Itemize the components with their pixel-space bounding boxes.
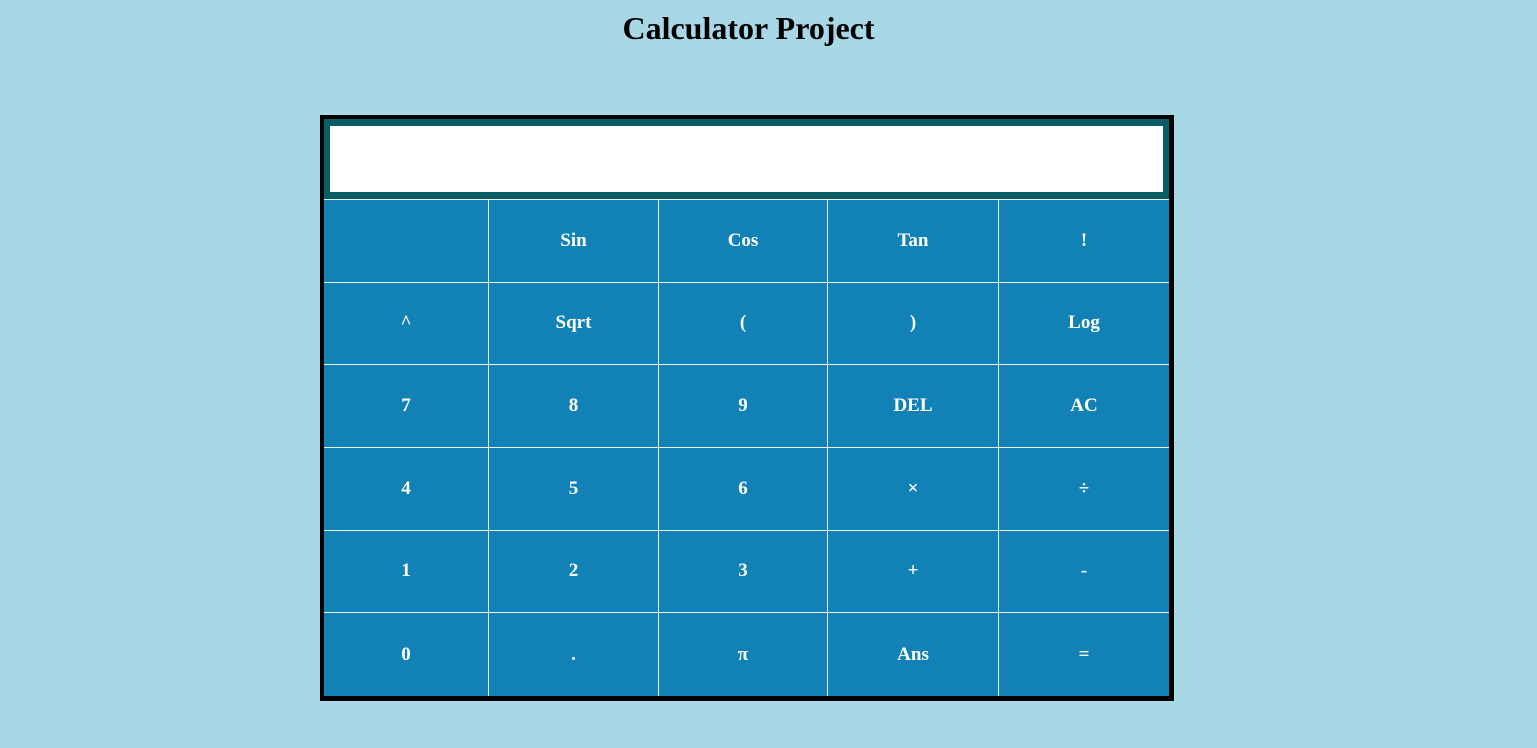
multiply-button[interactable]: × — [828, 447, 999, 531]
open-paren-button[interactable]: ( — [659, 282, 828, 366]
digit-5-button[interactable]: 5 — [489, 447, 659, 531]
display-input[interactable] — [330, 126, 1163, 192]
divide-button[interactable]: ÷ — [999, 448, 1169, 531]
factorial-button[interactable]: ! — [999, 200, 1169, 283]
subtract-button[interactable]: - — [999, 531, 1169, 614]
all-clear-button[interactable]: AC — [999, 365, 1169, 448]
digit-8-button[interactable]: 8 — [489, 365, 659, 448]
delete-button[interactable]: DEL — [828, 365, 999, 448]
sqrt-button[interactable]: Sqrt — [489, 282, 659, 366]
decimal-button[interactable]: . — [489, 613, 659, 696]
digit-6-button[interactable]: 6 — [659, 447, 828, 531]
power-button[interactable]: ^ — [324, 282, 489, 366]
close-paren-button[interactable]: ) — [828, 282, 999, 366]
equals-button[interactable]: = — [999, 613, 1169, 696]
sin-button[interactable]: Sin — [489, 200, 659, 283]
digit-1-button[interactable]: 1 — [324, 530, 489, 614]
add-button[interactable]: + — [828, 530, 999, 614]
answer-button[interactable]: Ans — [828, 613, 999, 696]
digit-3-button[interactable]: 3 — [659, 530, 828, 614]
digit-0-button[interactable]: 0 — [324, 613, 489, 696]
digit-9-button[interactable]: 9 — [659, 365, 828, 448]
cos-button[interactable]: Cos — [659, 200, 828, 283]
digit-2-button[interactable]: 2 — [489, 530, 659, 614]
tan-button[interactable]: Tan — [828, 200, 999, 283]
keypad: Sin Cos Tan! ^ Sqrt() Log 7 8 9 DEL AC 4 5 6 × ÷ 1 2 3 + - 0.… — [324, 199, 1169, 696]
digit-4-button[interactable]: 4 — [324, 447, 489, 531]
blank-key[interactable] — [324, 200, 489, 283]
digit-7-button[interactable]: 7 — [324, 365, 489, 448]
calculator: Sin Cos Tan! ^ Sqrt() Log 7 8 9 DEL AC 4 5 6 × ÷ 1 2 3 + - 0.… — [320, 115, 1174, 701]
page-title: Calculator Project — [622, 10, 875, 46]
log-button[interactable]: Log — [999, 283, 1169, 366]
pi-button[interactable]: π — [659, 613, 828, 696]
display-frame — [324, 119, 1169, 199]
